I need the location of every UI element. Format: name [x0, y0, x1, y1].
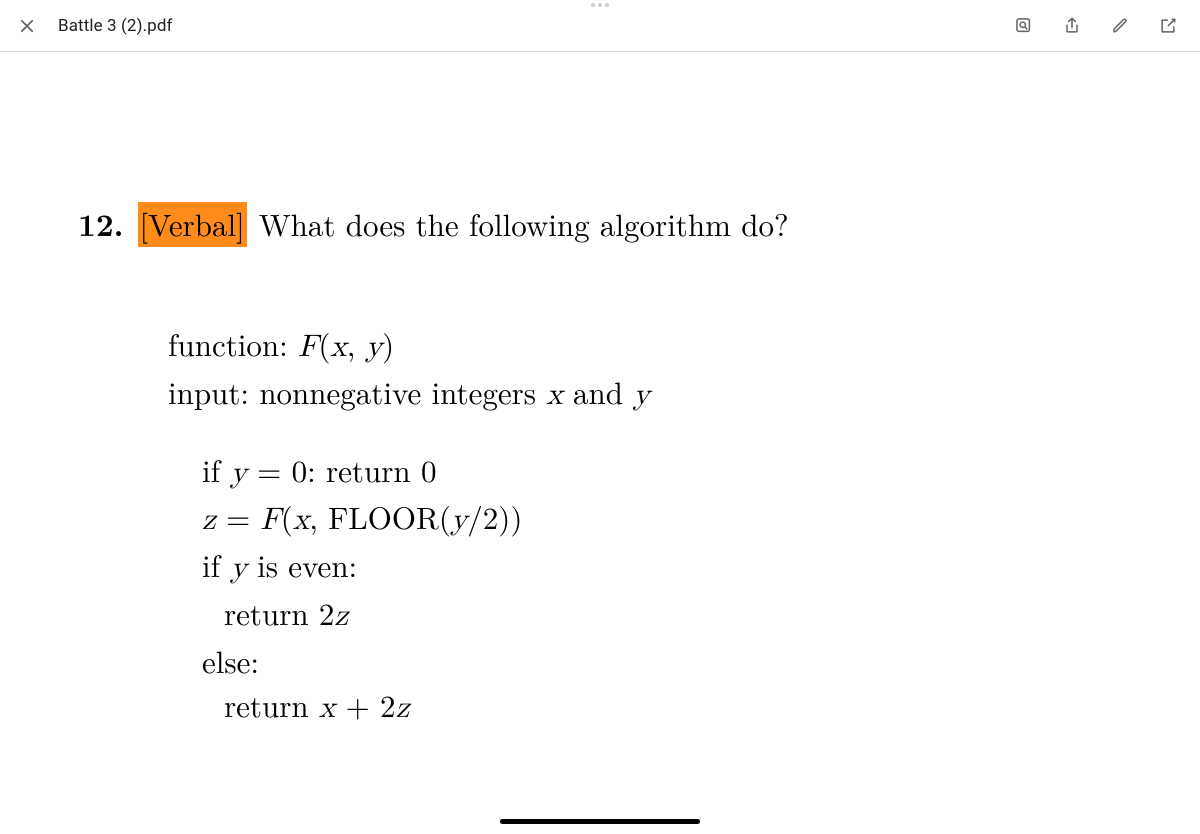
algo-line-8: return x + 2z — [224, 684, 1140, 730]
question-block: 12. [Verbal] What does the following alg… — [78, 202, 1140, 730]
document-page[interactable]: 12. [Verbal] What does the following alg… — [0, 52, 1200, 730]
close-icon[interactable] — [18, 17, 36, 35]
algo-line-5: if y is even: — [202, 544, 1140, 590]
algorithm-block: function: F(x, y) input: nonnegative int… — [168, 323, 1140, 730]
question-number: 12. — [78, 204, 124, 246]
home-indicator[interactable] — [500, 819, 700, 824]
algo-line-2: input: nonnegative integers x and y — [168, 371, 1140, 417]
edit-icon[interactable] — [1110, 16, 1130, 36]
algo-line-3: if y = 0: return 0 — [202, 449, 1140, 495]
question-tag: [Verbal] — [138, 202, 247, 247]
toolbar: Battle 3 (2).pdf — [0, 0, 1200, 52]
share-icon[interactable] — [1062, 16, 1082, 36]
search-icon[interactable] — [1014, 16, 1034, 36]
document-title: Battle 3 (2).pdf — [58, 16, 173, 36]
question-prompt: What does the following algorithm do? — [259, 203, 789, 245]
algo-line-7: else: — [202, 640, 1140, 682]
algo-line-1: function: F(x, y) — [168, 323, 1140, 369]
open-external-icon[interactable] — [1158, 16, 1178, 36]
algo-line-6: return 2z — [224, 592, 1140, 638]
algo-line-4: z = F(x, FLOOR(y/2)) — [202, 496, 1140, 542]
